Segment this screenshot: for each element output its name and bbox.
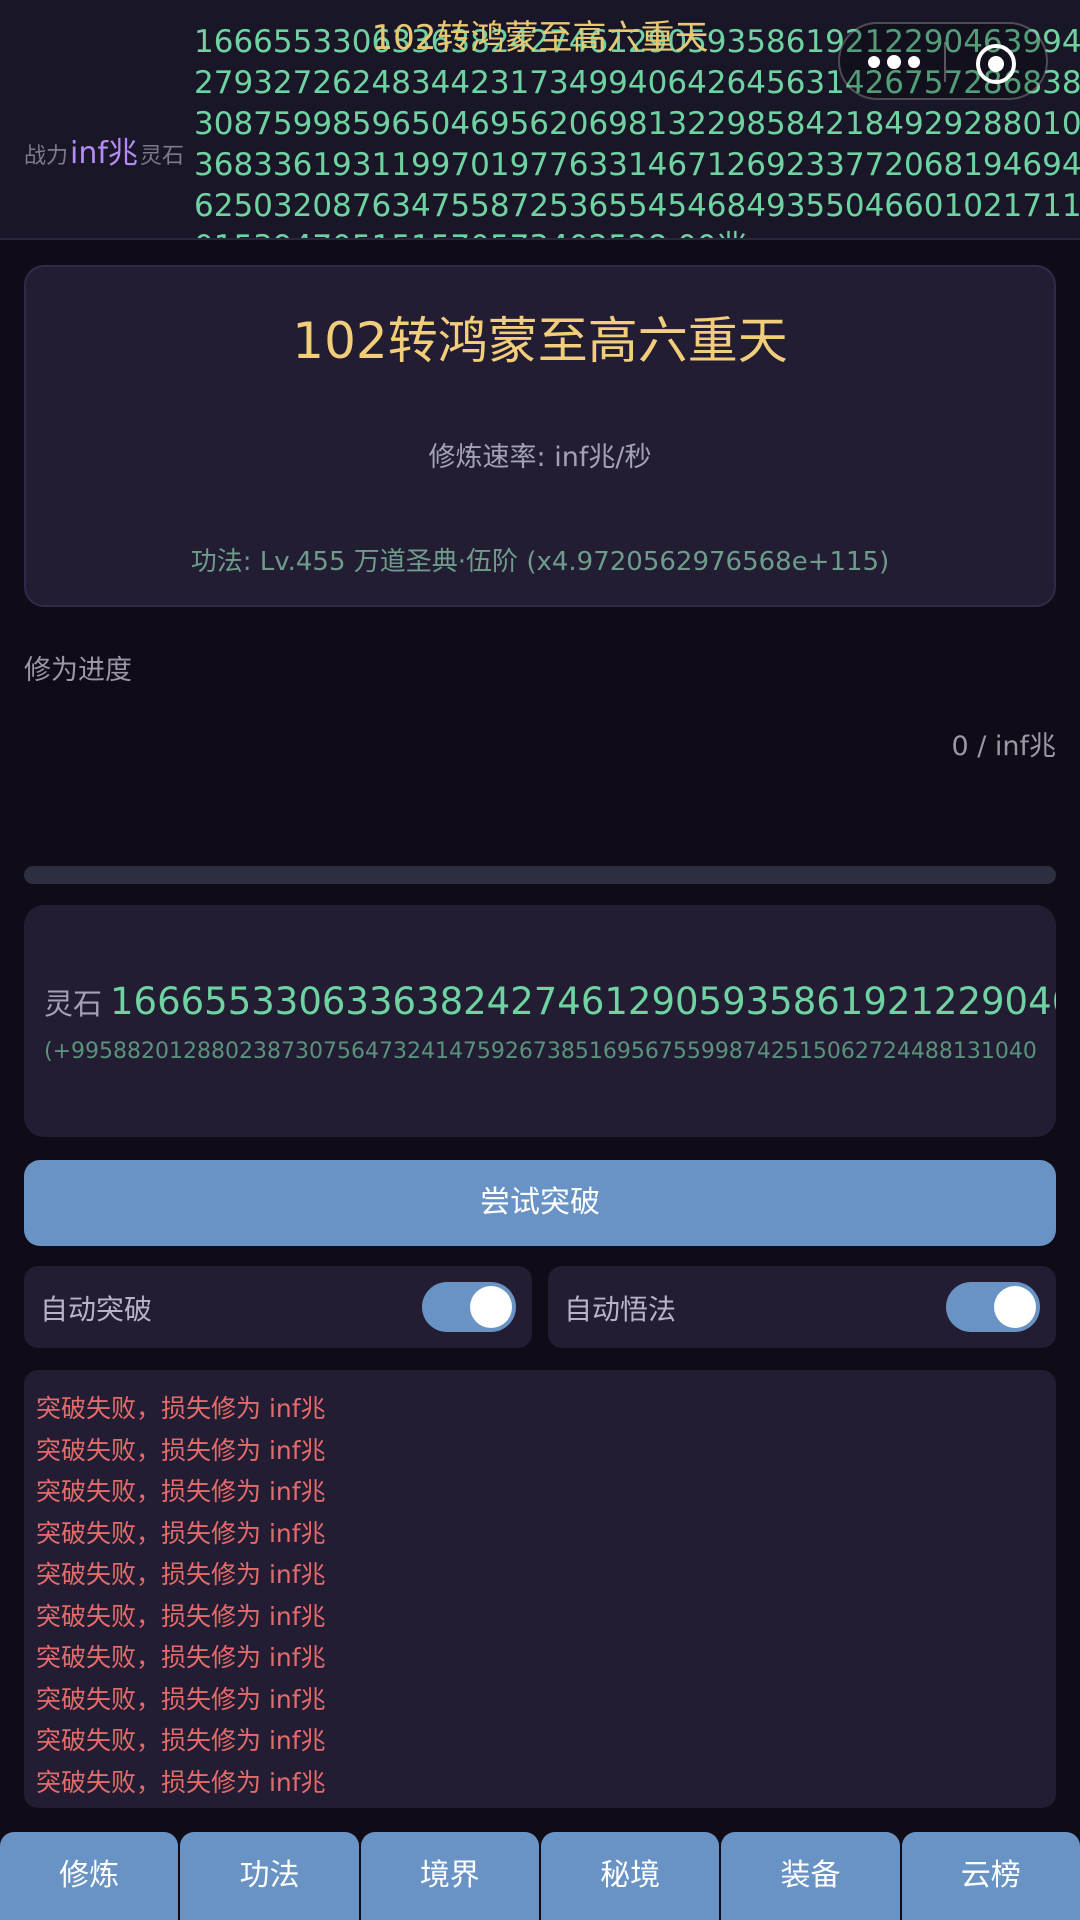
log-line: 突破失败，损失修为 inf兆 — [36, 1726, 326, 1755]
nav-tab-equipment[interactable]: 装备 — [721, 1832, 900, 1920]
mini-program-capsule — [838, 22, 1048, 100]
auto-breakthrough-label: 自动突破 — [40, 1293, 153, 1326]
auto-breakthrough-switch[interactable] — [422, 1282, 516, 1332]
nav-tab-leaderboard[interactable]: 云榜 — [901, 1832, 1080, 1920]
realm-title: 102转鸿蒙至高六重天 — [292, 312, 788, 370]
switch-knob — [994, 1286, 1036, 1328]
cultivation-rate: 修炼速率: inf兆/秒 — [428, 442, 652, 473]
spirit-stone-row: 灵石 16665533063363824274612905935861921229… — [44, 980, 1056, 1023]
auto-comprehend-switch[interactable] — [946, 1282, 1040, 1332]
log-line: 突破失败，损失修为 inf兆 — [36, 1560, 326, 1589]
gongfa-info: 功法: Lv.455 万道圣典·伍阶 (x4.9720562976568e+11… — [190, 547, 890, 577]
log-line: 突破失败，损失修为 inf兆 — [36, 1601, 326, 1631]
nav-tab-secret-realm[interactable]: 秘境 — [540, 1832, 720, 1920]
power-label: 战力 — [24, 144, 69, 169]
top-status-bar: 1666553306336382427461290593586192122904… — [0, 0, 1080, 240]
target-icon[interactable] — [974, 42, 1018, 86]
breakthrough-button[interactable]: 尝试突破 — [24, 1160, 1056, 1246]
log-line: 突破失败，损失修为 inf兆 — [36, 1684, 326, 1714]
log-line: 突破失败，损失修为 inf兆 — [36, 1435, 326, 1465]
spirit-stones-label: 灵石 — [139, 144, 184, 169]
bottom-nav: 修炼 功法 境界 秘境 装备 云榜 — [0, 1832, 1080, 1920]
event-log[interactable]: 突破失败，损失修为 inf兆 突破失败，损失修为 inf兆 突破失败，损失修为 … — [24, 1370, 1056, 1808]
spirit-stone-gain: (+99588201288023873075647324147592673851… — [44, 1039, 1037, 1064]
log-line: 突破失败，损失修为 inf兆 — [36, 1394, 326, 1423]
power-value: inf兆 — [70, 136, 138, 171]
nav-tab-cultivate[interactable]: 修炼 — [0, 1832, 179, 1920]
log-line: 突破失败，损失修为 inf兆 — [36, 1643, 326, 1672]
auto-comprehend-toggle-row: 自动悟法 — [548, 1266, 1056, 1348]
more-dots-icon[interactable] — [864, 42, 924, 82]
spirit-stone-value: 1666553306336382427461290593586192122904… — [110, 980, 1056, 1023]
progress-value: 0 / inf兆 — [951, 731, 1056, 762]
log-line: 突破失败，损失修为 inf兆 — [36, 1767, 326, 1797]
capsule-divider — [944, 42, 946, 82]
header-power-row: 战力inf兆灵石 — [24, 128, 184, 172]
nav-tab-gongfa[interactable]: 功法 — [180, 1832, 359, 1920]
log-line: 突破失败，损失修为 inf兆 — [36, 1518, 326, 1548]
realm-card: 102转鸿蒙至高六重天 修炼速率: inf兆/秒 功法: Lv.455 万道圣典… — [24, 265, 1056, 607]
progress-bar — [24, 866, 1056, 884]
switch-knob — [470, 1286, 512, 1328]
auto-comprehend-label: 自动悟法 — [564, 1293, 677, 1326]
auto-breakthrough-toggle-row: 自动突破 — [24, 1266, 532, 1348]
progress-label: 修为进度 — [24, 655, 132, 686]
spirit-stone-label: 灵石 — [44, 987, 103, 1021]
log-line: 突破失败，损失修为 inf兆 — [36, 1477, 326, 1506]
spirit-stone-card: 灵石 16665533063363824274612905935861921229… — [24, 905, 1056, 1137]
nav-tab-realm[interactable]: 境界 — [360, 1832, 539, 1920]
